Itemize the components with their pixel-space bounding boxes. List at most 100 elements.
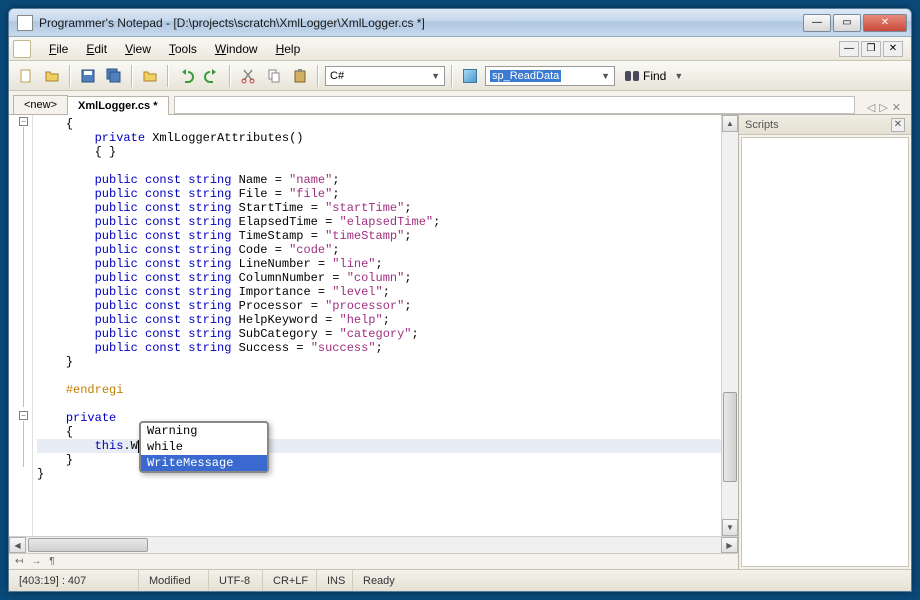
scroll-thumb[interactable] xyxy=(723,392,737,482)
toolbar: C# ▼ sp_ReadData ▼ Find▼ xyxy=(9,61,911,91)
side-panel-close-button[interactable]: ✕ xyxy=(891,118,905,132)
code-line[interactable] xyxy=(37,369,721,383)
editor-pane: − − { private XmlLoggerAttributes() { } … xyxy=(9,115,739,569)
code-line[interactable] xyxy=(37,159,721,173)
chevron-down-icon: ▼ xyxy=(431,71,440,81)
vertical-scrollbar[interactable]: ▲ ▼ xyxy=(721,115,738,536)
side-panel-header: Scripts ✕ xyxy=(739,115,911,135)
horizontal-scrollbar[interactable]: ◀ ▶ xyxy=(9,536,738,553)
scroll-down-button[interactable]: ▼ xyxy=(722,519,738,536)
redo-button[interactable] xyxy=(201,65,223,87)
code-line[interactable]: public const string Name = "name"; xyxy=(37,173,721,187)
code-line[interactable]: private XmlLoggerAttributes() xyxy=(37,131,721,145)
code-line[interactable]: #endregi xyxy=(37,383,721,397)
chevron-down-icon: ▼ xyxy=(674,71,683,81)
open-folder-button[interactable] xyxy=(139,65,161,87)
main-area: − − { private XmlLoggerAttributes() { } … xyxy=(9,115,911,569)
code-editor[interactable]: { private XmlLoggerAttributes() { } publ… xyxy=(33,115,721,536)
tab-new[interactable]: <new> xyxy=(13,95,68,114)
fold-toggle[interactable]: − xyxy=(19,117,28,126)
binoculars-icon xyxy=(625,70,639,82)
copy-button[interactable] xyxy=(263,65,285,87)
code-line[interactable]: public const string StartTime = "startTi… xyxy=(37,201,721,215)
menu-edit[interactable]: Edit xyxy=(78,40,115,58)
cut-button[interactable] xyxy=(237,65,259,87)
find-button[interactable]: Find▼ xyxy=(619,65,689,87)
code-line[interactable]: public const string Success = "success"; xyxy=(37,341,721,355)
mini-fwd-icon[interactable]: → xyxy=(31,556,41,567)
search-text: sp_ReadData xyxy=(490,70,561,82)
statusbar: [403:19] : 407 Modified UTF-8 CR+LF INS … xyxy=(9,569,911,591)
code-line[interactable]: public const string ElapsedTime = "elaps… xyxy=(37,215,721,229)
editor-body: − − { private XmlLoggerAttributes() { } … xyxy=(9,115,738,536)
scroll-track[interactable] xyxy=(26,537,721,553)
code-line[interactable]: } xyxy=(37,355,721,369)
fold-toggle[interactable]: − xyxy=(19,411,28,420)
mini-toolbar: ↤ → ¶ xyxy=(9,553,738,569)
autocomplete-popup[interactable]: WarningwhileWriteMessage xyxy=(139,421,269,473)
app-window: Programmer's Notepad - [D:\projects\scra… xyxy=(8,8,912,592)
new-file-button[interactable] xyxy=(15,65,37,87)
app-menu-icon[interactable] xyxy=(13,40,31,58)
mdi-close-button[interactable]: ✕ xyxy=(883,41,903,57)
side-panel-body[interactable] xyxy=(741,137,909,567)
autocomplete-item[interactable]: WriteMessage xyxy=(141,455,267,471)
scroll-track[interactable] xyxy=(722,132,738,519)
code-line[interactable] xyxy=(37,397,721,411)
menu-window[interactable]: Window xyxy=(207,40,266,58)
mini-back-icon[interactable]: ↤ xyxy=(15,556,23,567)
code-line[interactable]: public const string HelpKeyword = "help"… xyxy=(37,313,721,327)
paste-button[interactable] xyxy=(289,65,311,87)
tab-prev-button[interactable]: ◁ xyxy=(867,101,875,114)
save-button[interactable] xyxy=(77,65,99,87)
code-line[interactable]: public const string Importance = "level"… xyxy=(37,285,721,299)
autocomplete-item[interactable]: while xyxy=(141,439,267,455)
tab-close-button[interactable]: ✕ xyxy=(892,101,901,114)
mdi-minimize-button[interactable]: — xyxy=(839,41,859,57)
code-line[interactable]: public const string ColumnNumber = "colu… xyxy=(37,271,721,285)
menu-view[interactable]: View xyxy=(117,40,159,58)
open-file-button[interactable] xyxy=(41,65,63,87)
status-message: Ready xyxy=(353,570,911,591)
menubar: File Edit View Tools Window Help — ❐ ✕ xyxy=(9,37,911,61)
app-icon xyxy=(17,15,33,31)
code-line[interactable]: public const string TimeStamp = "timeSta… xyxy=(37,229,721,243)
code-line[interactable]: public const string LineNumber = "line"; xyxy=(37,257,721,271)
menu-help[interactable]: Help xyxy=(268,40,309,58)
language-value: C# xyxy=(330,70,344,82)
menu-tools[interactable]: Tools xyxy=(161,40,205,58)
mdi-restore-button[interactable]: ❐ xyxy=(861,41,881,57)
status-insert-mode: INS xyxy=(317,570,353,591)
search-combo[interactable]: sp_ReadData ▼ xyxy=(485,66,615,86)
undo-button[interactable] xyxy=(175,65,197,87)
titlebar[interactable]: Programmer's Notepad - [D:\projects\scra… xyxy=(9,9,911,37)
pilcrow-icon[interactable]: ¶ xyxy=(49,556,54,567)
search-scope-icon[interactable] xyxy=(459,65,481,87)
side-panel: Scripts ✕ xyxy=(739,115,911,569)
address-box[interactable] xyxy=(174,96,855,114)
window-title: Programmer's Notepad - [D:\projects\scra… xyxy=(39,16,803,30)
scroll-thumb[interactable] xyxy=(28,538,148,552)
scroll-up-button[interactable]: ▲ xyxy=(722,115,738,132)
autocomplete-item[interactable]: Warning xyxy=(141,423,267,439)
scroll-left-button[interactable]: ◀ xyxy=(9,537,26,553)
code-line[interactable]: public const string Processor = "process… xyxy=(37,299,721,313)
close-button[interactable]: ✕ xyxy=(863,14,907,32)
maximize-button[interactable]: ▭ xyxy=(833,14,861,32)
code-line[interactable]: public const string Code = "code"; xyxy=(37,243,721,257)
tab-next-button[interactable]: ▷ xyxy=(879,101,887,114)
fold-gutter[interactable]: − − xyxy=(9,115,33,536)
code-line[interactable]: { } xyxy=(37,145,721,159)
code-line[interactable]: public const string File = "file"; xyxy=(37,187,721,201)
code-line[interactable]: { xyxy=(37,117,721,131)
scroll-right-button[interactable]: ▶ xyxy=(721,537,738,553)
status-modified: Modified xyxy=(139,570,209,591)
side-panel-title: Scripts xyxy=(745,119,779,131)
tab-xmllogger[interactable]: XmlLogger.cs * xyxy=(67,96,168,115)
menu-file[interactable]: File xyxy=(41,40,76,58)
code-line[interactable]: public const string SubCategory = "categ… xyxy=(37,327,721,341)
minimize-button[interactable]: — xyxy=(803,14,831,32)
language-combo[interactable]: C# ▼ xyxy=(325,66,445,86)
chevron-down-icon: ▼ xyxy=(601,71,610,81)
save-all-button[interactable] xyxy=(103,65,125,87)
